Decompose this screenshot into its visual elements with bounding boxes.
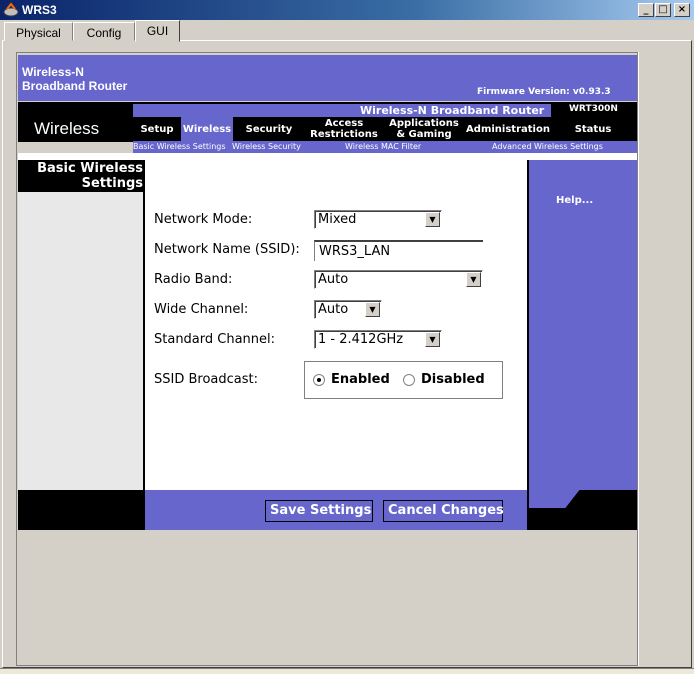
product-name: Wireless-N Broadband Router [360, 104, 545, 117]
maximize-button[interactable]: □ [655, 3, 671, 17]
subnav-advanced-wireless[interactable]: Advanced Wireless Settings [492, 141, 603, 153]
wide-channel-value: Auto [318, 302, 349, 317]
chevron-down-icon[interactable]: ▼ [365, 302, 380, 317]
router-icon [3, 2, 19, 17]
nav-access-restrictions[interactable]: Access Restrictions [306, 117, 382, 141]
brand-line-2: Broadband Router [22, 79, 128, 93]
brand-line-1: Wireless-N [22, 65, 84, 79]
section-title: Wireless [34, 119, 100, 138]
nav-setup[interactable]: Setup [136, 117, 178, 141]
radio-band-select[interactable]: Auto ▼ [314, 270, 483, 289]
tab-physical[interactable]: Physical [4, 22, 73, 41]
page-title-line-2: Settings [81, 176, 143, 191]
wide-channel-select[interactable]: Auto ▼ [314, 300, 382, 319]
ssid-input[interactable]: WRS3_LAN [314, 240, 483, 261]
ssid-broadcast-enabled-label[interactable]: Enabled [331, 372, 390, 387]
window-title-bar[interactable] [0, 0, 694, 20]
radio-band-value: Auto [318, 272, 349, 287]
save-settings-button[interactable]: Save Settings [265, 500, 373, 522]
ssid-broadcast-disabled-radio[interactable] [403, 374, 415, 386]
page-title: Basic Wireless Settings [20, 161, 143, 191]
subnav-wireless-security[interactable]: Wireless Security [232, 141, 301, 153]
standard-channel-value: 1 - 2.412GHz [318, 332, 404, 347]
footer-left [18, 490, 143, 530]
chevron-down-icon[interactable]: ▼ [425, 212, 440, 227]
left-column [18, 192, 143, 490]
ssid-broadcast-disabled-label[interactable]: Disabled [421, 372, 485, 387]
firmware-version: Firmware Version: v0.93.3 [477, 87, 611, 97]
ssid-broadcast-label: SSID Broadcast: [154, 372, 258, 387]
network-mode-value: Mixed [318, 212, 357, 227]
cancel-changes-button[interactable]: Cancel Changes [383, 500, 504, 522]
status-bar [0, 668, 694, 674]
nav-administration[interactable]: Administration [466, 117, 550, 141]
network-mode-select[interactable]: Mixed ▼ [314, 210, 442, 229]
ssid-label: Network Name (SSID): [154, 242, 300, 257]
nav-status[interactable]: Status [556, 117, 630, 141]
chevron-down-icon[interactable]: ▼ [425, 332, 440, 347]
model-number: WRT300N [569, 104, 618, 114]
window-title: WRS3 [22, 3, 57, 17]
separator [18, 153, 637, 160]
radio-band-label: Radio Band: [154, 272, 233, 287]
nav-wireless[interactable]: Wireless [181, 117, 233, 141]
close-button[interactable]: × [674, 3, 690, 17]
subnav-mac-filter[interactable]: Wireless MAC Filter [345, 141, 421, 153]
subnav-basic-wireless[interactable]: Basic Wireless Settings [133, 141, 226, 153]
wide-channel-label: Wide Channel: [154, 302, 249, 317]
nav-security[interactable]: Security [240, 117, 298, 141]
scrollbar-track[interactable] [638, 52, 678, 666]
page-title-line-1: Basic Wireless [37, 161, 143, 176]
help-link[interactable]: Help... [556, 195, 593, 206]
standard-channel-select[interactable]: 1 - 2.412GHz ▼ [314, 330, 442, 349]
minimize-button[interactable]: _ [638, 3, 654, 17]
chevron-down-icon[interactable]: ▼ [466, 272, 481, 287]
nav-applications-gaming[interactable]: Applications & Gaming [386, 117, 462, 141]
ssid-broadcast-enabled-radio[interactable] [313, 374, 325, 386]
tab-gui[interactable]: GUI [135, 20, 180, 42]
standard-channel-label: Standard Channel: [154, 332, 276, 347]
network-mode-label: Network Mode: [154, 212, 253, 227]
radio-selected-dot [317, 378, 321, 382]
tab-config[interactable]: Config [73, 22, 135, 41]
help-panel [529, 160, 637, 490]
